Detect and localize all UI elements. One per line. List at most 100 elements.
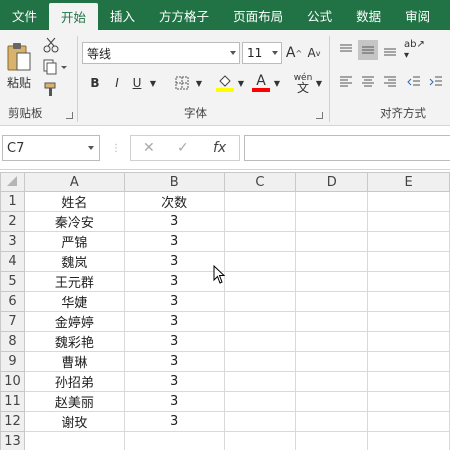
- cell-E3[interactable]: [367, 231, 450, 252]
- paste-button[interactable]: 粘贴: [4, 36, 34, 96]
- tab-1[interactable]: 开始: [49, 3, 99, 30]
- cell-E13[interactable]: [367, 431, 450, 450]
- cell-A3[interactable]: 严锦: [23, 231, 125, 252]
- cell-A8[interactable]: 魏彩艳: [23, 331, 125, 352]
- cell-D11[interactable]: [295, 391, 369, 412]
- row-header[interactable]: 7: [0, 311, 25, 332]
- italic-button[interactable]: I: [108, 74, 126, 92]
- font-color-dropdown-icon[interactable]: ▼: [272, 74, 282, 92]
- format-painter-icon[interactable]: [42, 80, 60, 98]
- cell-C10[interactable]: [223, 371, 297, 392]
- column-header[interactable]: C: [223, 172, 297, 192]
- cell-B8[interactable]: 3: [123, 331, 225, 352]
- font-name-combo[interactable]: 等线: [82, 42, 240, 64]
- row-header[interactable]: 11: [0, 391, 25, 412]
- cell-D1[interactable]: [295, 191, 369, 212]
- decrease-indent-icon[interactable]: [404, 72, 424, 92]
- align-left-icon[interactable]: [336, 72, 356, 92]
- cell-A12[interactable]: 谢玫: [23, 411, 125, 432]
- cell-D3[interactable]: [295, 231, 369, 252]
- cell-B13[interactable]: [123, 431, 225, 450]
- align-bottom-icon[interactable]: [380, 40, 400, 60]
- cell-B12[interactable]: 3: [123, 411, 225, 432]
- underline-button[interactable]: U: [128, 74, 146, 92]
- borders-icon[interactable]: [172, 74, 192, 92]
- cell-C8[interactable]: [223, 331, 297, 352]
- cell-A1[interactable]: 姓名: [23, 191, 125, 212]
- row-header[interactable]: 10: [0, 371, 25, 392]
- cell-C1[interactable]: [223, 191, 297, 212]
- cell-D12[interactable]: [295, 411, 369, 432]
- cell-D4[interactable]: [295, 251, 369, 272]
- cell-A9[interactable]: 曹琳: [23, 351, 125, 372]
- align-center-icon[interactable]: [358, 72, 378, 92]
- cell-C4[interactable]: [223, 251, 297, 272]
- cell-A4[interactable]: 魏岚: [23, 251, 125, 272]
- cell-E6[interactable]: [367, 291, 450, 312]
- column-header[interactable]: D: [295, 172, 369, 192]
- cell-D9[interactable]: [295, 351, 369, 372]
- cell-D10[interactable]: [295, 371, 369, 392]
- cell-E5[interactable]: [367, 271, 450, 292]
- column-header[interactable]: E: [367, 172, 450, 192]
- row-header[interactable]: 4: [0, 251, 25, 272]
- cell-B2[interactable]: 3: [123, 211, 225, 232]
- cell-B4[interactable]: 3: [123, 251, 225, 272]
- select-all-corner[interactable]: [0, 172, 25, 192]
- row-header[interactable]: 8: [0, 331, 25, 352]
- tab-7[interactable]: 审阅: [393, 0, 442, 30]
- cell-E1[interactable]: [367, 191, 450, 212]
- phonetic-dropdown-icon[interactable]: ▼: [314, 74, 324, 92]
- increase-indent-icon[interactable]: [426, 72, 446, 92]
- row-header[interactable]: 9: [0, 351, 25, 372]
- cell-B1[interactable]: 次数: [123, 191, 225, 212]
- cell-C12[interactable]: [223, 411, 297, 432]
- cell-B3[interactable]: 3: [123, 231, 225, 252]
- row-header[interactable]: 5: [0, 271, 25, 292]
- decrease-font-icon[interactable]: Av: [305, 44, 323, 62]
- font-size-combo[interactable]: 11: [242, 42, 282, 64]
- column-header[interactable]: B: [123, 172, 225, 192]
- tab-4[interactable]: 页面布局: [221, 0, 295, 30]
- cell-A7[interactable]: 金婷婷: [23, 311, 125, 332]
- clipboard-launcher[interactable]: [66, 112, 73, 119]
- cell-E11[interactable]: [367, 391, 450, 412]
- tab-5[interactable]: 公式: [295, 0, 344, 30]
- cell-E12[interactable]: [367, 411, 450, 432]
- cell-E8[interactable]: [367, 331, 450, 352]
- name-box[interactable]: C7: [2, 135, 100, 161]
- align-middle-icon[interactable]: [358, 40, 378, 60]
- cell-D2[interactable]: [295, 211, 369, 232]
- fill-color-dropdown-icon[interactable]: ▼: [236, 74, 246, 92]
- borders-dropdown-icon[interactable]: ▼: [194, 74, 204, 92]
- font-color-icon[interactable]: A: [250, 72, 272, 94]
- row-header[interactable]: 2: [0, 211, 25, 232]
- cell-D5[interactable]: [295, 271, 369, 292]
- cell-B5[interactable]: 3: [123, 271, 225, 292]
- cancel-icon[interactable]: ✕: [143, 140, 155, 156]
- row-header[interactable]: 6: [0, 291, 25, 312]
- copy-icon[interactable]: [42, 58, 68, 76]
- cell-C2[interactable]: [223, 211, 297, 232]
- cut-icon[interactable]: [42, 36, 60, 54]
- cell-A2[interactable]: 秦冷安: [23, 211, 125, 232]
- cell-D6[interactable]: [295, 291, 369, 312]
- cell-B10[interactable]: 3: [123, 371, 225, 392]
- increase-font-icon[interactable]: A ^: [285, 44, 303, 62]
- underline-dropdown-icon[interactable]: ▼: [148, 74, 158, 92]
- cell-B11[interactable]: 3: [123, 391, 225, 412]
- cell-A10[interactable]: 孙招弟: [23, 371, 125, 392]
- cell-C3[interactable]: [223, 231, 297, 252]
- cell-E10[interactable]: [367, 371, 450, 392]
- cell-A13[interactable]: [23, 431, 125, 450]
- enter-icon[interactable]: ✓: [177, 140, 189, 156]
- row-header[interactable]: 3: [0, 231, 25, 252]
- cell-C7[interactable]: [223, 311, 297, 332]
- row-header[interactable]: 12: [0, 411, 25, 432]
- bold-button[interactable]: B: [86, 74, 104, 92]
- cell-C6[interactable]: [223, 291, 297, 312]
- cell-B6[interactable]: 3: [123, 291, 225, 312]
- cell-B9[interactable]: 3: [123, 351, 225, 372]
- cell-D7[interactable]: [295, 311, 369, 332]
- cell-B7[interactable]: 3: [123, 311, 225, 332]
